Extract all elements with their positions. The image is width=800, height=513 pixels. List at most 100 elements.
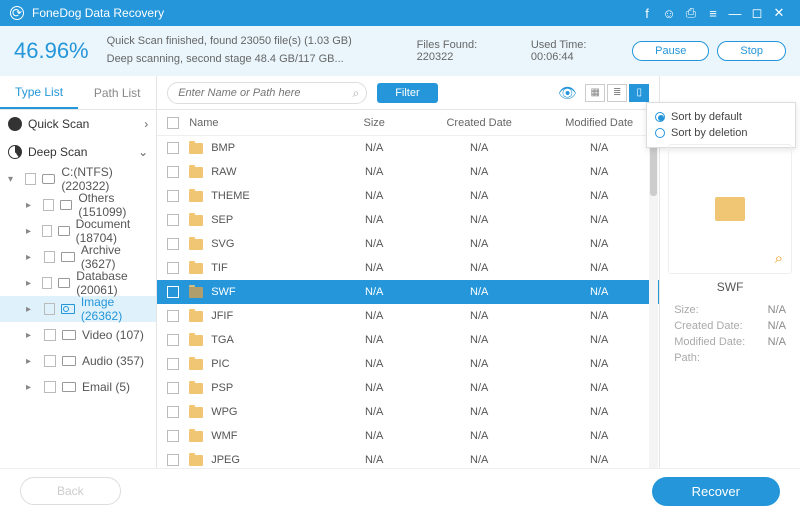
search-icon[interactable]: ⌕ — [352, 86, 359, 101]
checkbox[interactable] — [25, 173, 36, 185]
minimize-icon[interactable]: — — [724, 6, 746, 21]
checkbox[interactable] — [43, 199, 54, 211]
row-modified: N/A — [539, 142, 659, 154]
select-all-checkbox[interactable] — [167, 117, 179, 129]
checkbox[interactable] — [42, 277, 52, 289]
table-row[interactable]: PICN/AN/AN/A — [157, 352, 659, 376]
row-checkbox[interactable] — [167, 430, 179, 442]
row-size: N/A — [329, 382, 419, 394]
tab-type-list[interactable]: Type List — [0, 76, 78, 109]
checkbox[interactable] — [44, 303, 56, 315]
used-time-value: 00:06:44 — [531, 51, 574, 63]
row-checkbox[interactable] — [167, 238, 179, 250]
folder-icon — [189, 311, 203, 322]
checkbox[interactable] — [42, 225, 52, 237]
col-size[interactable]: Size — [329, 117, 419, 129]
preview-path-label: Path: — [674, 352, 700, 364]
table-row[interactable]: TIFN/AN/AN/A — [157, 256, 659, 280]
col-name[interactable]: Name — [189, 117, 329, 129]
row-name: SVG — [211, 238, 234, 250]
tree-item[interactable]: ▸Image (26362) — [0, 296, 156, 322]
disk-icon — [42, 174, 55, 184]
folder-icon — [189, 167, 203, 178]
table-row[interactable]: WMFN/AN/AN/A — [157, 424, 659, 448]
row-checkbox[interactable] — [167, 382, 179, 394]
eye-icon[interactable]: 👁 — [558, 84, 577, 102]
row-checkbox[interactable] — [167, 190, 179, 202]
col-modified[interactable]: Modified Date — [539, 117, 659, 129]
folder-icon — [189, 263, 203, 274]
back-button[interactable]: Back — [20, 477, 121, 505]
close-icon[interactable]: ✕ — [768, 5, 790, 21]
menu-icon[interactable]: ≡ — [702, 6, 724, 21]
tree-item[interactable]: ▸Video (107) — [0, 322, 156, 348]
facebook-icon[interactable]: f — [636, 6, 658, 21]
row-checkbox[interactable] — [167, 286, 179, 298]
radio-off-icon — [655, 128, 665, 138]
row-checkbox[interactable] — [167, 262, 179, 274]
view-list-button[interactable]: ≣ — [607, 84, 627, 102]
row-name: JFIF — [211, 310, 233, 322]
tree-item[interactable]: ▸Email (5) — [0, 374, 156, 400]
tree-item-label: Others (151099) — [78, 191, 156, 219]
sort-default-option[interactable]: Sort by default — [655, 109, 787, 125]
stop-button[interactable]: Stop — [717, 41, 786, 61]
table-row[interactable]: WPGN/AN/AN/A — [157, 400, 659, 424]
app-logo-icon: ⟳ — [10, 6, 24, 20]
table-row[interactable]: RAWN/AN/AN/A — [157, 160, 659, 184]
zoom-icon[interactable]: ⌕ — [775, 250, 783, 267]
row-checkbox[interactable] — [167, 214, 179, 226]
view-grid-button[interactable]: ▦ — [585, 84, 605, 102]
col-created[interactable]: Created Date — [419, 117, 539, 129]
tree-item[interactable]: ▸Archive (3627) — [0, 244, 156, 270]
files-found-label: Files Found: — [417, 39, 478, 51]
tree-item[interactable]: ▸Document (18704) — [0, 218, 156, 244]
folder-icon — [189, 239, 203, 250]
view-detail-button[interactable]: ▯ — [629, 84, 649, 102]
row-checkbox[interactable] — [167, 406, 179, 418]
checkbox[interactable] — [44, 251, 56, 263]
table-row[interactable]: SWFN/AN/AN/A — [157, 280, 659, 304]
checkbox[interactable] — [44, 329, 56, 341]
table-row[interactable]: SEPN/AN/AN/A — [157, 208, 659, 232]
row-checkbox[interactable] — [167, 358, 179, 370]
tree-item[interactable]: ▸Database (20061) — [0, 270, 156, 296]
table-row[interactable]: SVGN/AN/AN/A — [157, 232, 659, 256]
quick-scan-row[interactable]: Quick Scan › — [0, 110, 156, 138]
row-checkbox[interactable] — [167, 454, 179, 466]
row-created: N/A — [419, 214, 539, 226]
row-checkbox[interactable] — [167, 166, 179, 178]
row-size: N/A — [329, 310, 419, 322]
sort-deletion-option[interactable]: Sort by deletion — [655, 125, 787, 141]
search-input[interactable] — [167, 82, 367, 104]
folder-icon — [189, 191, 203, 202]
save-icon[interactable]: ⎙ — [680, 5, 702, 21]
row-name: TIF — [211, 262, 228, 274]
table-row[interactable]: TGAN/AN/AN/A — [157, 328, 659, 352]
pause-button[interactable]: Pause — [632, 41, 709, 61]
tree-item[interactable]: ▾C:(NTFS) (220322) — [0, 166, 156, 192]
checkbox[interactable] — [44, 355, 56, 367]
maximize-icon[interactable]: ◻ — [746, 5, 768, 21]
table-row[interactable]: THEMEN/AN/AN/A — [157, 184, 659, 208]
table-row[interactable]: JPEGN/AN/AN/A — [157, 448, 659, 468]
scrollbar[interactable] — [649, 136, 658, 468]
deep-scan-row[interactable]: Deep Scan ⌄ — [0, 138, 156, 166]
table-row[interactable]: PSPN/AN/AN/A — [157, 376, 659, 400]
row-checkbox[interactable] — [167, 334, 179, 346]
row-checkbox[interactable] — [167, 310, 179, 322]
filter-button[interactable]: Filter — [377, 83, 437, 103]
tree-item[interactable]: ▸Audio (357) — [0, 348, 156, 374]
table-row[interactable]: BMPN/AN/AN/A — [157, 136, 659, 160]
row-checkbox[interactable] — [167, 142, 179, 154]
row-modified: N/A — [539, 334, 659, 346]
tree-item[interactable]: ▸Others (151099) — [0, 192, 156, 218]
tree-item-label: Audio (357) — [82, 354, 144, 368]
feedback-icon[interactable]: ☺ — [658, 6, 680, 21]
table-row[interactable]: JFIFN/AN/AN/A — [157, 304, 659, 328]
titlebar: ⟳ FoneDog Data Recovery f ☺ ⎙ ≡ — ◻ ✕ — [0, 0, 800, 26]
recover-button[interactable]: Recover — [652, 477, 780, 506]
tab-path-list[interactable]: Path List — [78, 76, 156, 109]
checkbox[interactable] — [44, 381, 56, 393]
row-name: SEP — [211, 214, 233, 226]
